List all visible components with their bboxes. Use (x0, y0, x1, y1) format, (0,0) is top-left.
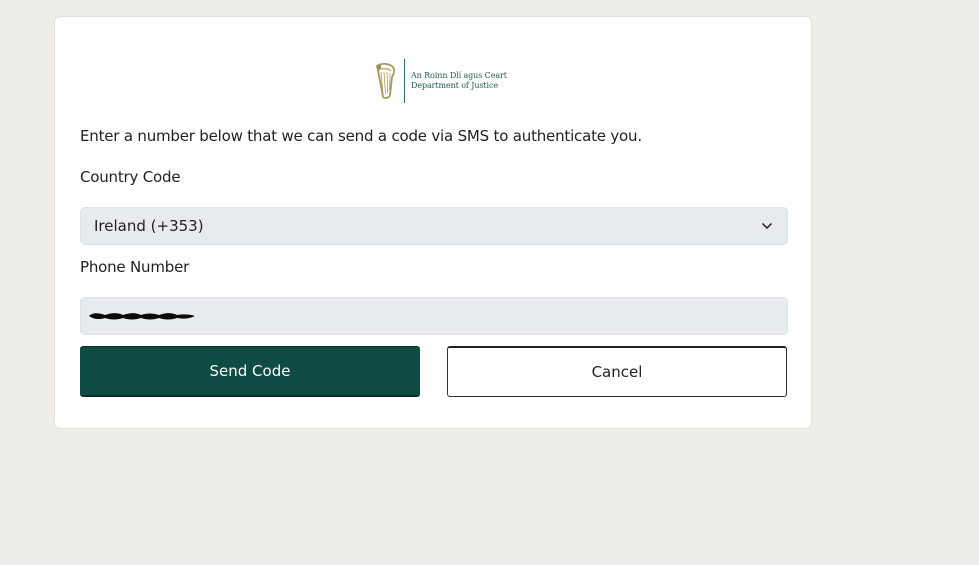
country-code-value: Ireland (+353) (94, 217, 204, 235)
phone-number-input[interactable] (80, 297, 788, 335)
authentication-card: An Roinn Dlí agus Ceart Department of Ju… (54, 16, 812, 429)
harp-icon (375, 62, 395, 99)
country-code-select[interactable]: Ireland (+353) (80, 207, 788, 245)
redaction-mark (89, 313, 195, 320)
cancel-button[interactable]: Cancel (447, 346, 787, 397)
logo-line-irish: An Roinn Dlí agus Ceart (411, 71, 507, 80)
chevron-down-icon (761, 222, 773, 230)
department-logo: An Roinn Dlí agus Ceart Department of Ju… (373, 59, 507, 103)
logo-line-english: Department of Justice (411, 81, 498, 90)
instruction-text: Enter a number below that we can send a … (80, 127, 642, 145)
logo-divider (404, 59, 405, 103)
logo-text: An Roinn Dlí agus Ceart Department of Ju… (411, 71, 507, 91)
phone-number-label: Phone Number (80, 258, 190, 276)
country-code-label: Country Code (80, 168, 181, 186)
send-code-button[interactable]: Send Code (80, 346, 420, 397)
